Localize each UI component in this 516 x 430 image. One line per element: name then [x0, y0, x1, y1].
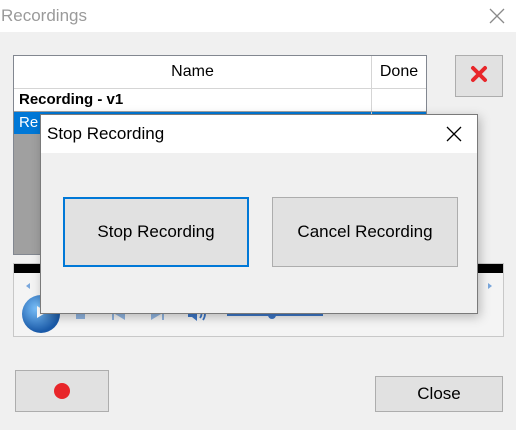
main-title-bar: Recordings — [0, 0, 516, 32]
column-header-name[interactable]: Name — [14, 56, 372, 88]
close-icon[interactable] — [485, 4, 509, 28]
column-header-done[interactable]: Done — [372, 56, 426, 88]
dialog-title: Stop Recording — [47, 124, 165, 143]
list-row[interactable]: Recording - v1 — [14, 89, 426, 111]
stop-recording-button[interactable]: Stop Recording — [63, 197, 249, 267]
dialog-title-bar: Stop Recording — [41, 115, 477, 153]
record-button[interactable] — [15, 370, 109, 412]
close-button[interactable]: Close — [375, 376, 503, 412]
list-cell-done — [372, 89, 426, 111]
list-cell-name: Recording - v1 — [14, 89, 372, 111]
close-icon[interactable] — [443, 123, 465, 145]
window-title: Recordings — [1, 6, 87, 25]
record-dot-icon — [54, 383, 70, 399]
red-x-icon — [469, 64, 489, 89]
list-header: Name Done — [14, 56, 426, 89]
stop-recording-dialog: Stop Recording Stop Recording Cancel Rec… — [40, 114, 478, 314]
delete-button[interactable] — [455, 55, 503, 97]
cancel-recording-button[interactable]: Cancel Recording — [272, 197, 458, 267]
